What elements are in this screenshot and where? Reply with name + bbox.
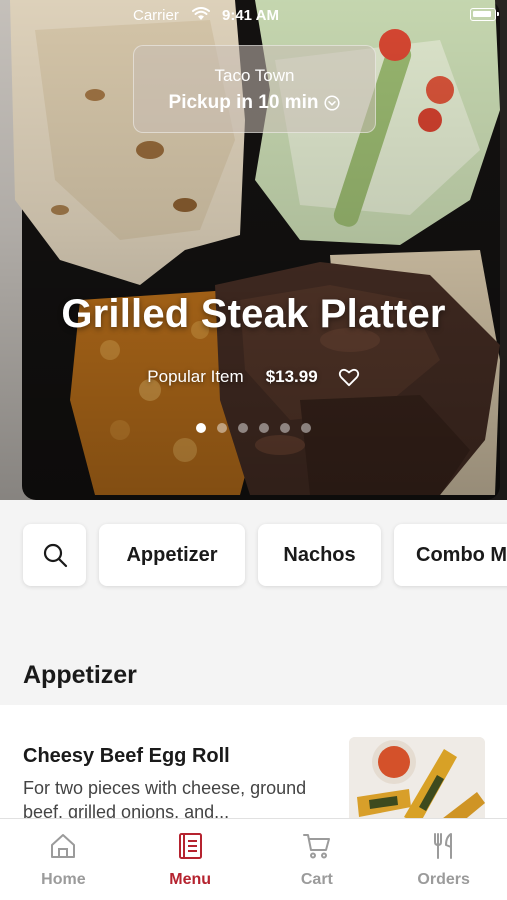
carousel-dot[interactable]	[259, 423, 269, 433]
category-chip-appetizer[interactable]: Appetizer	[99, 524, 245, 586]
tab-bar: Home Menu Cart Orders	[0, 818, 507, 900]
heart-icon[interactable]	[338, 367, 360, 387]
menu-item-description: For two pieces with cheese, ground beef,…	[23, 778, 307, 822]
battery-icon	[470, 8, 499, 21]
status-bar: Carrier 9:41 AM	[0, 0, 507, 30]
category-chip-nachos[interactable]: Nachos	[258, 524, 381, 586]
pickup-selector[interactable]: Taco Town Pickup in 10 min	[133, 45, 376, 133]
section-title: Appetizer	[23, 661, 137, 689]
menu-item-card[interactable]: Cheesy Beef Egg Roll For two pieces with…	[0, 705, 507, 837]
carousel-dot[interactable]	[196, 423, 206, 433]
category-bar: Appetizer Nachos Combo M	[0, 500, 507, 610]
tab-orders[interactable]: Orders	[380, 819, 507, 900]
featured-item-price: $13.99	[265, 367, 318, 386]
carousel-dot[interactable]	[217, 423, 227, 433]
featured-item-meta: Popular Item $13.99	[0, 367, 507, 387]
carousel-dots[interactable]	[0, 423, 507, 433]
tab-label-menu: Menu	[169, 871, 212, 888]
store-name: Taco Town	[214, 66, 295, 85]
home-icon	[51, 834, 76, 858]
search-button[interactable]	[23, 524, 86, 586]
menu-item-name: Cheesy Beef Egg Roll	[23, 745, 230, 767]
hero-banner[interactable]: Carrier 9:41 AM Taco Town Pickup in 10 m…	[0, 0, 507, 500]
tab-menu[interactable]: Menu	[127, 819, 254, 900]
carousel-dot[interactable]	[238, 423, 248, 433]
pickup-time-row: Pickup in 10 min	[134, 92, 375, 114]
chevron-down-circle-icon	[324, 95, 341, 111]
tab-label-orders: Orders	[417, 871, 470, 888]
tab-label-cart: Cart	[300, 871, 333, 888]
search-icon	[43, 543, 67, 568]
fork-knife-icon	[433, 833, 452, 859]
wifi-icon	[192, 7, 210, 20]
carousel-dot[interactable]	[301, 423, 311, 433]
carousel-dot[interactable]	[280, 423, 290, 433]
carrier-label: Carrier	[133, 7, 179, 24]
category-chip-combo[interactable]: Combo M	[394, 524, 507, 586]
tab-cart[interactable]: Cart	[254, 819, 381, 900]
cart-icon	[302, 834, 330, 859]
menu-book-icon	[179, 833, 203, 859]
tab-label-home: Home	[41, 871, 86, 888]
pickup-time: Pickup in 10 min	[168, 92, 319, 113]
tab-home[interactable]: Home	[0, 819, 127, 900]
featured-item-title: Grilled Steak Platter	[61, 292, 446, 336]
popular-badge: Popular Item	[147, 367, 244, 386]
status-time: 9:41 AM	[222, 7, 279, 24]
app-screen: Carrier 9:41 AM Taco Town Pickup in 10 m…	[0, 0, 507, 900]
